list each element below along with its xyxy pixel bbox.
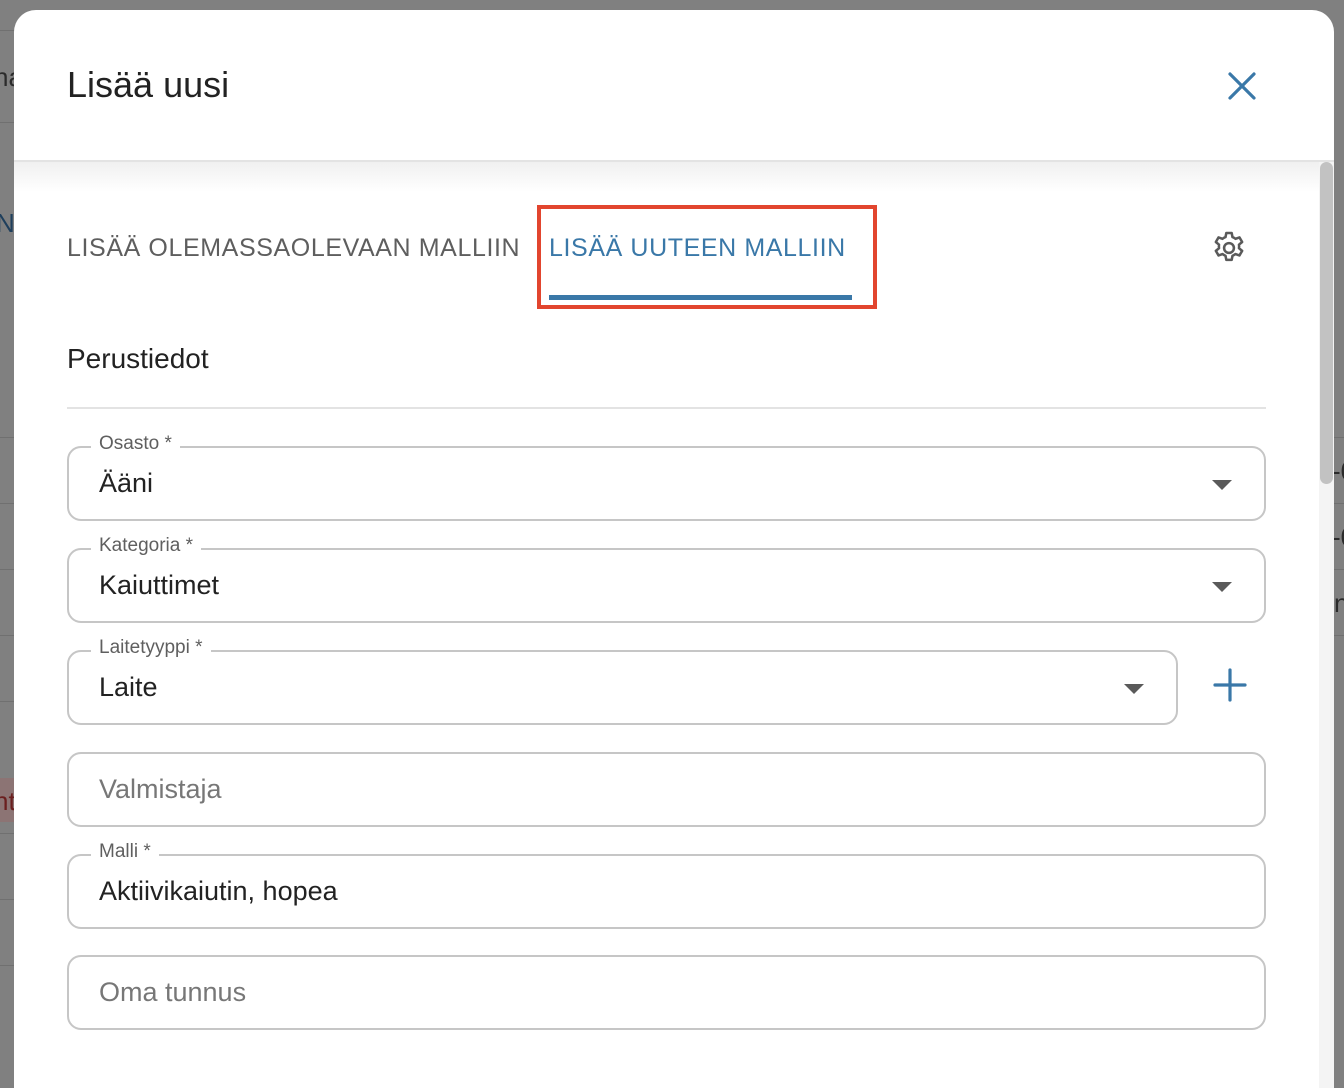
laitetyyppi-label: Laitetyyppi * (91, 636, 211, 660)
kategoria-label: Kategoria * (91, 534, 202, 558)
kategoria-select[interactable]: Kategoria * Kaiuttimet (67, 534, 1266, 623)
background-divider (0, 635, 14, 636)
dropdown-arrow-icon (1212, 480, 1232, 490)
section-title: Perustiedot (67, 343, 209, 374)
dialog-header: Lisää uusi (14, 10, 1334, 162)
highlight-annotation (537, 205, 877, 309)
dropdown-arrow-icon (1212, 582, 1232, 592)
oma-tunnus-placeholder: Oma tunnus (99, 977, 247, 1007)
background-divider (0, 503, 14, 504)
close-button[interactable] (1222, 66, 1262, 106)
kategoria-value: Kaiuttimet (99, 570, 220, 600)
add-device-type-button[interactable] (1210, 665, 1250, 705)
background-divider (0, 569, 14, 570)
background-divider (1334, 569, 1344, 570)
valmistaja-field[interactable]: Valmistaja (67, 752, 1266, 827)
section-divider (67, 407, 1266, 409)
background-text: N (0, 208, 15, 238)
tab-add-to-existing-model[interactable]: LISÄÄ OLEMASSAOLEVAAN MALLIIN (67, 234, 520, 263)
dropdown-arrow-icon (1124, 684, 1144, 694)
background-divider (0, 965, 14, 966)
scrollbar-thumb[interactable] (1320, 162, 1333, 484)
valmistaja-placeholder: Valmistaja (99, 774, 222, 804)
gear-icon (1214, 231, 1244, 262)
malli-field[interactable]: Malli * Aktiivikaiutin, hopea (67, 840, 1266, 929)
malli-value: Aktiivikaiutin, hopea (99, 876, 338, 906)
background-divider (0, 437, 14, 438)
background-divider (1334, 503, 1344, 504)
malli-label: Malli * (91, 840, 159, 864)
dialog-title: Lisää uusi (67, 64, 230, 105)
background-divider (0, 701, 14, 702)
background-divider (0, 30, 14, 31)
background-text: n (1334, 588, 1344, 618)
osasto-value: Ääni (99, 468, 154, 498)
osasto-label: Osasto * (91, 432, 180, 456)
add-new-dialog: Lisää uusi LISÄÄ OLEMASSAOLEVAAN MALLIIN… (14, 10, 1334, 1088)
background-divider (0, 122, 14, 123)
background-divider (1334, 635, 1344, 636)
plus-icon (1213, 668, 1247, 702)
osasto-select[interactable]: Osasto * Ääni (67, 432, 1266, 521)
close-icon (1228, 72, 1256, 100)
laitetyyppi-value: Laite (99, 672, 158, 702)
header-shadow (14, 162, 1334, 192)
background-divider (1334, 437, 1344, 438)
background-divider (0, 833, 14, 834)
settings-button[interactable] (1210, 229, 1248, 267)
laitetyyppi-select[interactable]: Laitetyyppi * Laite (67, 636, 1178, 725)
oma-tunnus-field[interactable]: Oma tunnus (67, 955, 1266, 1030)
background-divider (0, 899, 14, 900)
